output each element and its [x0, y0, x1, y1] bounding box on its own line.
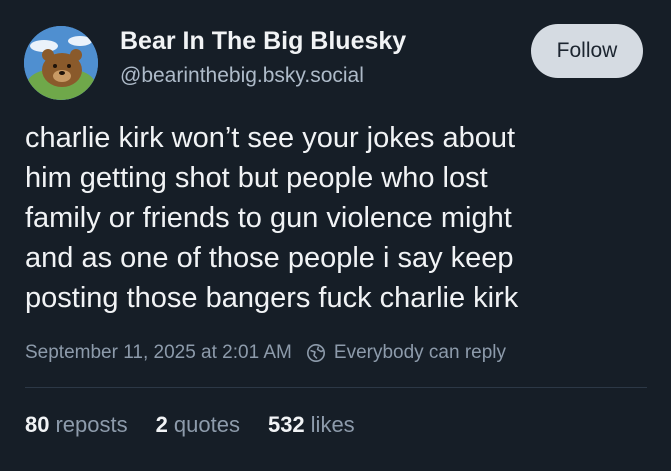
quotes-stat[interactable]: 2 quotes: [156, 412, 240, 438]
post-text-line: posting those bangers fuck charlie kirk: [25, 282, 519, 314]
likes-count: 532: [267, 412, 305, 437]
reposts-label: reposts: [55, 412, 128, 437]
reposts-stat[interactable]: 80 reposts: [25, 412, 128, 438]
post-text-line: and as one of those people i say keep: [25, 242, 514, 274]
post-text-line: charlie kirk won’t see your jokes about: [25, 122, 516, 154]
globe-icon: [306, 344, 325, 362]
reply-setting: Everybody can reply: [333, 342, 507, 363]
reposts-count: 80: [25, 412, 50, 437]
post-timestamp[interactable]: September 11, 2025 at 2:01 AM: [25, 342, 292, 364]
avatar[interactable]: [24, 26, 98, 100]
post-card: Bear In The Big Bluesky @bearinthebig.bs…: [0, 0, 671, 471]
post-text: charlie kirk won’t see your jokes about …: [25, 118, 645, 318]
post-meta: September 11, 2025 at 2:01 AM Everybody …: [25, 342, 506, 364]
author-display-name[interactable]: Bear In The Big Bluesky: [120, 27, 406, 56]
quotes-label: quotes: [173, 412, 240, 437]
likes-label: likes: [310, 412, 355, 437]
post-stats: 80 reposts 2 quotes 532 likes: [25, 412, 383, 438]
quotes-count: 2: [155, 412, 168, 437]
divider: [25, 387, 647, 388]
likes-stat[interactable]: 532 likes: [268, 412, 355, 438]
author-handle[interactable]: @bearinthebig.bsky.social: [120, 64, 364, 88]
bear-avatar-icon: [24, 26, 98, 100]
post-text-line: him getting shot but people who lost: [25, 162, 488, 194]
follow-button[interactable]: Follow: [531, 24, 643, 78]
post-text-line: family or friends to gun violence might: [25, 202, 512, 234]
